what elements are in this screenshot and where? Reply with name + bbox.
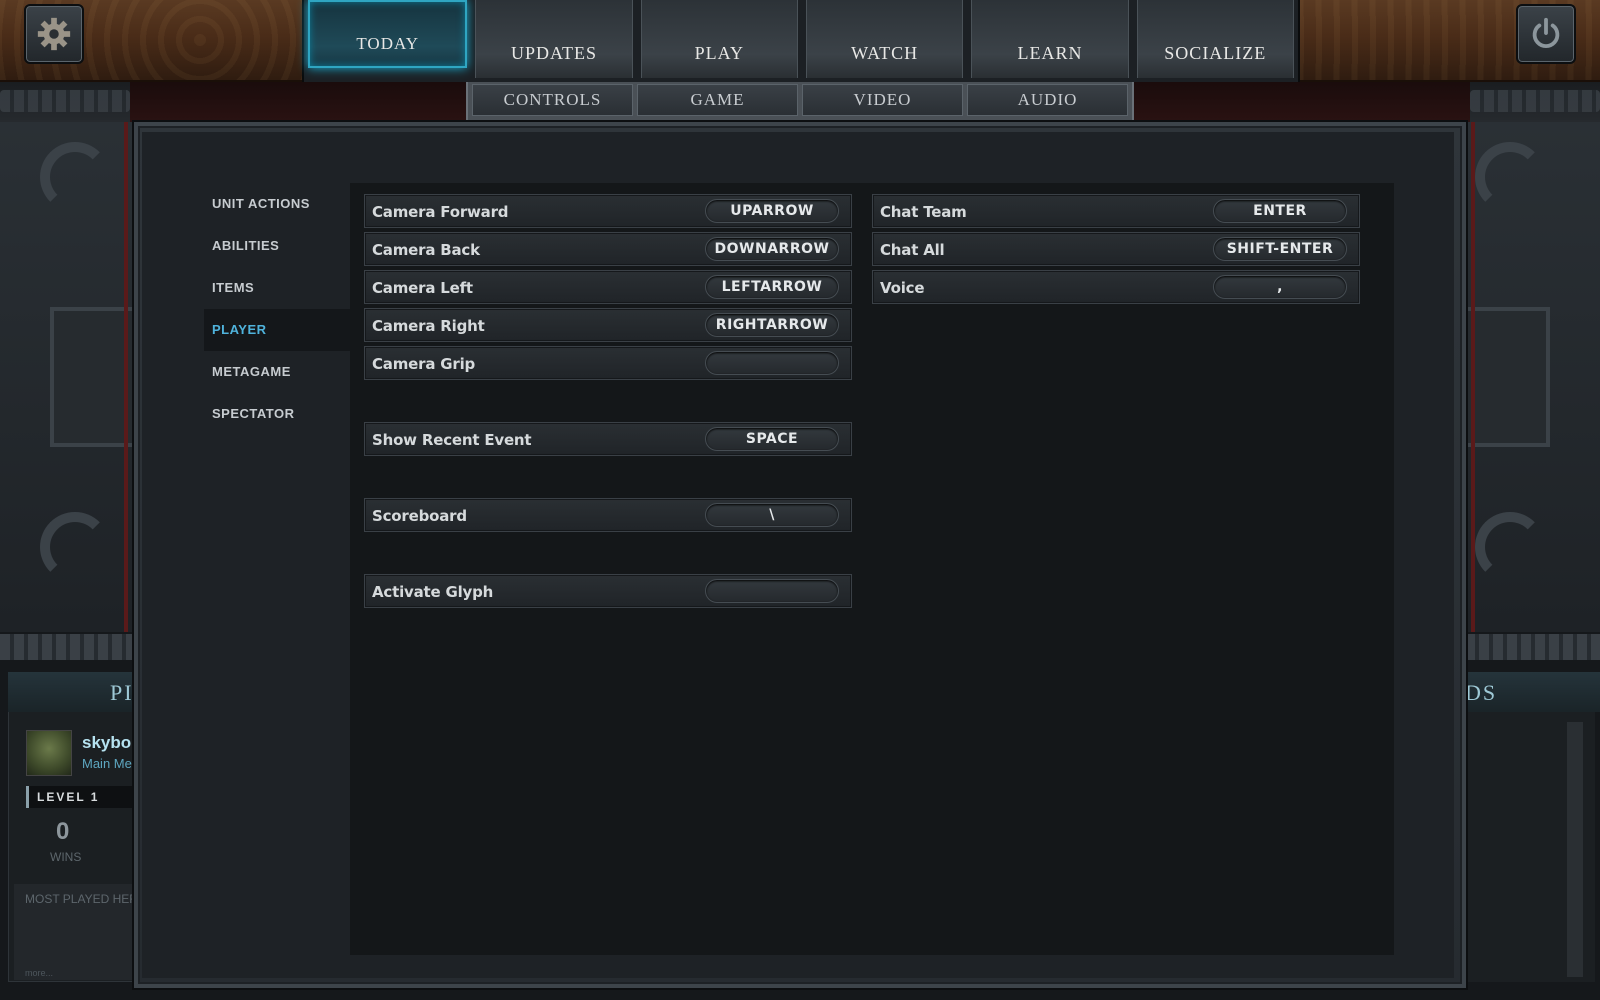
binding-label: Scoreboard <box>372 507 467 525</box>
tab-audio[interactable]: AUDIO <box>967 84 1128 116</box>
most-played-box: MOST PLAYED HER more... <box>14 884 138 980</box>
category-list: UNIT ACTIONS ABILITIES ITEMS PLAYER META… <box>204 183 350 435</box>
key-button-camera-grip[interactable] <box>705 351 839 375</box>
binding-label: Chat All <box>880 241 945 259</box>
left-decoration <box>0 122 140 632</box>
key-button-activate-glyph[interactable] <box>705 579 839 603</box>
binding-label: Camera Right <box>372 317 485 335</box>
scroll-ornament <box>1475 512 1545 582</box>
binding-label: Camera Grip <box>372 355 476 373</box>
category-items[interactable]: ITEMS <box>204 267 350 309</box>
scrollbar[interactable] <box>1567 722 1583 977</box>
level-bar: LEVEL 1 <box>26 786 138 808</box>
ornament <box>0 90 130 112</box>
settings-tabs: CONTROLS GAME VIDEO AUDIO <box>466 82 1134 122</box>
power-icon <box>1532 17 1560 48</box>
binding-label: Camera Back <box>372 241 480 259</box>
tab-today[interactable]: TODAY <box>308 0 468 68</box>
tab-controls[interactable]: CONTROLS <box>472 84 633 116</box>
category-unit-actions[interactable]: UNIT ACTIONS <box>204 183 350 225</box>
tab-learn[interactable]: LEARN <box>971 0 1129 78</box>
right-panel-header: DS <box>1465 672 1600 712</box>
binding-label: Activate Glyph <box>372 583 494 601</box>
tab-video[interactable]: VIDEO <box>802 84 963 116</box>
key-button-camera-left[interactable]: LEFTARROW <box>705 275 839 299</box>
scroll-ornament <box>1475 142 1545 212</box>
scroll-ornament <box>40 142 110 212</box>
ornament <box>130 82 470 122</box>
binding-row-scoreboard: Scoreboard \ <box>364 498 852 532</box>
key-button-chat-team[interactable]: ENTER <box>1213 199 1347 223</box>
ornament <box>1470 90 1600 112</box>
binding-row-chat-all: Chat All SHIFT-ENTER <box>872 232 1360 266</box>
key-button-camera-right[interactable]: RIGHTARROW <box>705 313 839 337</box>
tab-watch[interactable]: WATCH <box>805 0 964 78</box>
category-metagame[interactable]: METAGAME <box>204 351 350 393</box>
tab-socialize[interactable]: SOCIALIZE <box>1136 0 1294 78</box>
profile-panel-header: PI <box>8 672 138 712</box>
binding-label: Show Recent Event <box>372 431 532 449</box>
avatar[interactable] <box>26 730 72 776</box>
category-abilities[interactable]: ABILITIES <box>204 225 350 267</box>
most-played-label: MOST PLAYED HER <box>25 892 138 906</box>
binding-row-camera-grip: Camera Grip <box>364 346 852 380</box>
right-panel <box>1465 712 1595 982</box>
binding-label: Chat Team <box>880 203 967 221</box>
tab-game[interactable]: GAME <box>637 84 798 116</box>
key-button-voice[interactable]: , <box>1213 275 1347 299</box>
ornament <box>1130 82 1470 122</box>
tab-play[interactable]: PLAY <box>640 0 798 78</box>
binding-row-activate-glyph: Activate Glyph <box>364 574 852 608</box>
main-nav: TODAY UPDATES PLAY WATCH LEARN SOCIALIZE <box>302 0 1300 82</box>
tab-updates[interactable]: UPDATES <box>475 0 633 78</box>
quit-button[interactable] <box>1516 4 1576 64</box>
binding-row-chat-team: Chat Team ENTER <box>872 194 1360 228</box>
binding-row-show-recent-event: Show Recent Event SPACE <box>364 422 852 456</box>
scroll-ornament <box>40 512 110 582</box>
key-button-show-recent-event[interactable]: SPACE <box>705 427 839 451</box>
settings-button[interactable] <box>24 4 84 64</box>
wins-label: WINS <box>50 850 82 864</box>
key-button-camera-forward[interactable]: UPARROW <box>705 199 839 223</box>
category-spectator[interactable]: SPECTATOR <box>204 393 350 435</box>
binding-row-camera-right: Camera Right RIGHTARROW <box>364 308 852 342</box>
ornament <box>1471 122 1475 632</box>
more-link[interactable]: more... <box>25 968 53 978</box>
key-button-camera-back[interactable]: DOWNARROW <box>705 237 839 261</box>
ornament <box>1465 634 1600 660</box>
right-decoration <box>1460 122 1600 632</box>
binding-row-camera-forward: Camera Forward UPARROW <box>364 194 852 228</box>
ornament <box>124 122 128 632</box>
key-button-scoreboard[interactable]: \ <box>705 503 839 527</box>
binding-row-voice: Voice , <box>872 270 1360 304</box>
profile-subtitle: Main Me <box>82 756 132 771</box>
key-button-chat-all[interactable]: SHIFT-ENTER <box>1213 237 1347 261</box>
binding-label: Camera Left <box>372 279 473 297</box>
category-player[interactable]: PLAYER <box>204 309 350 351</box>
gear-icon <box>37 17 71 51</box>
ornament <box>0 634 135 660</box>
binding-row-camera-left: Camera Left LEFTARROW <box>364 270 852 304</box>
binding-label: Camera Forward <box>372 203 509 221</box>
binding-row-camera-back: Camera Back DOWNARROW <box>364 232 852 266</box>
binding-label: Voice <box>880 279 925 297</box>
profile-name[interactable]: skybo <box>82 733 136 753</box>
wins-count: 0 <box>56 818 70 845</box>
